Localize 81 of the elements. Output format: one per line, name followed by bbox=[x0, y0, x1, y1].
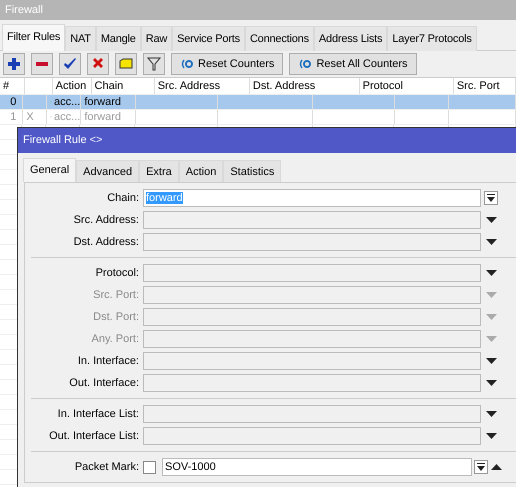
field-label: Chain: bbox=[106, 190, 140, 206]
column-header: Chain bbox=[92, 78, 155, 94]
table-cell: X bbox=[23, 110, 48, 124]
input-field[interactable] bbox=[143, 211, 481, 229]
filter-icon bbox=[147, 57, 161, 71]
dialog-title: Firewall Rule <> bbox=[18, 128, 516, 153]
input-field[interactable] bbox=[143, 427, 481, 445]
column-header: Dst. Address bbox=[250, 78, 360, 94]
tab[interactable]: Statistics bbox=[223, 160, 282, 182]
dropdown-icon bbox=[477, 462, 485, 472]
field-label: Src. Port: bbox=[92, 288, 140, 303]
dropdown-arrow-icon[interactable] bbox=[486, 358, 496, 364]
input-field[interactable] bbox=[143, 374, 481, 392]
field-label: Src. Address: bbox=[72, 212, 140, 228]
column-header: Src. Port bbox=[454, 78, 516, 94]
checkbox[interactable] bbox=[143, 460, 156, 474]
table-cell: 0 bbox=[0, 95, 24, 109]
tab[interactable]: Raw bbox=[140, 26, 172, 51]
field-value: forward bbox=[146, 192, 183, 204]
column-header: Src. Address bbox=[154, 78, 250, 94]
collapse-arrow-icon[interactable] bbox=[490, 464, 502, 470]
tab[interactable]: NAT bbox=[65, 26, 96, 51]
reset-button[interactable]: Reset Counters bbox=[171, 53, 284, 75]
field-label: Dst. Address: bbox=[72, 234, 140, 250]
tab[interactable]: Advanced bbox=[76, 160, 140, 182]
dropdown-button[interactable] bbox=[484, 191, 498, 205]
column-header: Action bbox=[52, 78, 92, 94]
input-field[interactable] bbox=[143, 405, 481, 423]
input-field[interactable] bbox=[143, 233, 481, 251]
table-cell: forward bbox=[81, 95, 136, 109]
check-button[interactable] bbox=[59, 53, 81, 75]
tab[interactable]: Extra bbox=[139, 160, 179, 182]
field-label: Dst. Port: bbox=[92, 310, 140, 325]
column-header: # bbox=[0, 78, 26, 94]
remove-button[interactable] bbox=[31, 53, 53, 75]
dropdown-arrow-icon[interactable] bbox=[486, 433, 496, 439]
table-cell: acc... bbox=[54, 95, 80, 109]
tab[interactable]: Service Ports bbox=[172, 26, 245, 51]
field-label: In. Interface List: bbox=[56, 406, 140, 422]
cross-button[interactable] bbox=[87, 53, 109, 75]
input-field[interactable] bbox=[143, 286, 481, 304]
add-icon bbox=[7, 57, 21, 71]
tab[interactable]: Connections bbox=[244, 26, 314, 51]
input-field[interactable] bbox=[143, 264, 481, 282]
tab[interactable]: Mangle bbox=[96, 26, 141, 51]
field-label: Out. Interface List: bbox=[48, 428, 140, 444]
window-title: Firewall bbox=[0, 0, 516, 20]
field-label: Packet Mark: bbox=[74, 460, 140, 475]
field-label: In. Interface: bbox=[76, 354, 140, 369]
reset-icon bbox=[180, 59, 194, 69]
tab[interactable]: Layer7 Protocols bbox=[387, 26, 477, 51]
input-field[interactable] bbox=[143, 330, 481, 348]
input-field[interactable]: SOV-1000 bbox=[162, 458, 472, 476]
dropdown-arrow-icon[interactable] bbox=[486, 411, 496, 417]
column-header: Protocol bbox=[360, 78, 454, 94]
field-label: Protocol: bbox=[94, 266, 140, 281]
reset-button[interactable]: Reset All Counters bbox=[289, 53, 417, 75]
note-button[interactable] bbox=[115, 53, 137, 75]
input-field[interactable] bbox=[143, 308, 481, 326]
dropdown-icon bbox=[487, 194, 495, 202]
add-button[interactable] bbox=[3, 53, 25, 75]
filter-button[interactable] bbox=[143, 53, 165, 75]
reset-icon bbox=[298, 59, 312, 69]
dropdown-arrow-icon[interactable] bbox=[486, 380, 496, 386]
tab[interactable]: Filter Rules bbox=[2, 24, 66, 51]
tab[interactable]: Action bbox=[178, 160, 224, 182]
input-field[interactable] bbox=[143, 352, 481, 370]
table-cell: 1 bbox=[0, 110, 24, 124]
field-label: Any. Port: bbox=[90, 332, 140, 347]
table-cell: forward bbox=[81, 110, 136, 124]
note-icon bbox=[119, 57, 133, 71]
dropdown-arrow-icon[interactable] bbox=[486, 239, 496, 245]
table-row[interactable]: 0 acc... forward bbox=[0, 95, 516, 110]
dropdown-arrow-icon[interactable] bbox=[486, 270, 496, 276]
cross-icon bbox=[91, 57, 105, 71]
dropdown-button[interactable] bbox=[474, 460, 488, 474]
field-label: Out. Interface: bbox=[68, 376, 140, 391]
table-cell: acc... bbox=[54, 110, 80, 124]
tab[interactable]: Address Lists bbox=[314, 26, 388, 51]
tab[interactable]: General bbox=[23, 158, 76, 182]
dropdown-arrow-icon[interactable] bbox=[486, 217, 496, 223]
